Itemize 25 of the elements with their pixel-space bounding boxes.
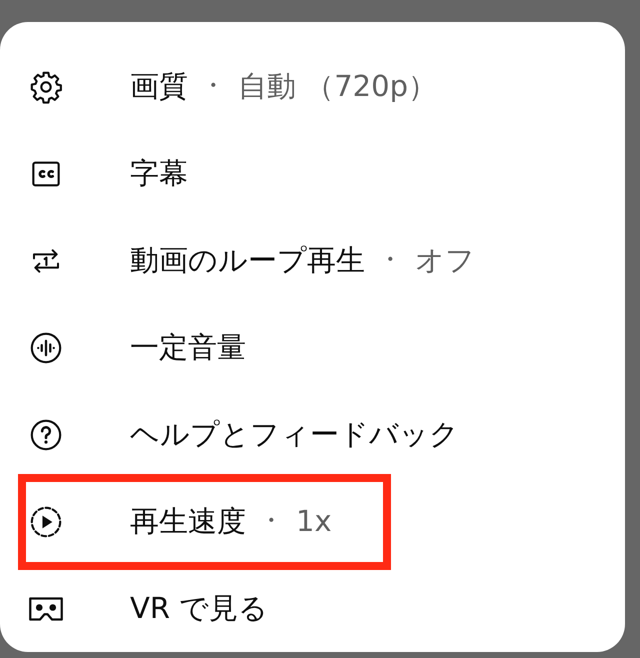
menu-item-label: 画質: [130, 68, 188, 105]
menu-item-label: 字幕: [130, 154, 188, 192]
menu-item-label: 動画のループ再生: [130, 242, 365, 279]
help-icon: [29, 418, 63, 452]
menu-item-label: 再生速度: [130, 502, 246, 540]
menu-item[interactable]: ヘルプとフィードバック: [0, 391, 625, 478]
separator-dot: ・: [200, 70, 226, 103]
audio-wave-icon: [29, 330, 63, 364]
playback-speed-icon: [29, 504, 63, 538]
menu-item-value: 自動 （720p）: [238, 68, 437, 105]
menu-item[interactable]: 動画のループ再生 ・ オフ: [0, 217, 625, 304]
menu-item[interactable]: 画質 ・ 自動 （720p）: [0, 43, 625, 130]
menu-item-value: 1x: [296, 502, 332, 540]
settings-icon: [29, 70, 63, 104]
menu-item[interactable]: 再生速度 ・ 1x: [0, 478, 625, 565]
vr-headset-icon: [28, 594, 64, 622]
separator-dot: ・: [377, 244, 403, 277]
separator-dot: ・: [258, 505, 284, 538]
menu-item[interactable]: 一定音量: [0, 304, 625, 391]
menu-item-label: ヘルプとフィードバック: [130, 416, 459, 453]
menu-item-label: VR で見る: [130, 590, 268, 627]
menu-item-value: オフ: [415, 242, 475, 279]
menu-item[interactable]: 字幕: [0, 130, 625, 217]
menu-item-label: 一定音量: [130, 328, 246, 366]
menu-item[interactable]: VR で見る: [0, 565, 625, 652]
